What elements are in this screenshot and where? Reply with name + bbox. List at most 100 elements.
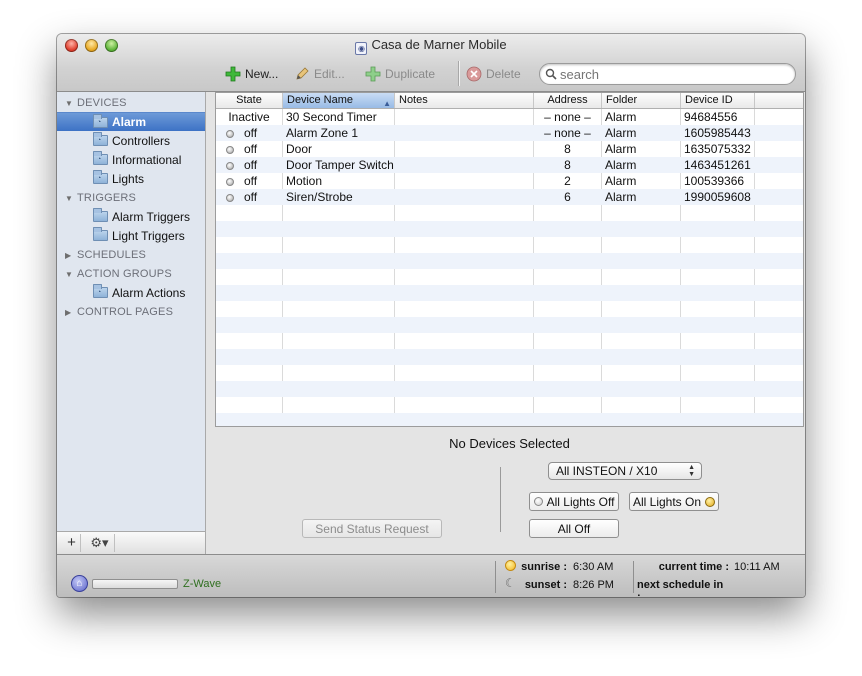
empty-row [216, 381, 803, 397]
disclosure-triangle-open-icon[interactable]: ▼ [65, 99, 75, 108]
empty-row [216, 413, 803, 426]
home-icon[interactable]: ⌂ [71, 575, 88, 592]
sidebar-button-bar: + ⚙▾ [57, 531, 206, 554]
empty-row [216, 237, 803, 253]
sidebar-group-action-groups[interactable]: ▼ ACTION GROUPS [65, 268, 172, 280]
address-cell: – none – [544, 126, 591, 140]
sunrise-value: 6:30 AM [573, 561, 614, 573]
sunrise-label: sunrise : [521, 561, 567, 573]
column-header-folder[interactable]: Folder [602, 93, 681, 108]
disclosure-triangle-closed-icon[interactable]: ▶ [65, 308, 75, 317]
table-row[interactable]: off Door Tamper Switch 8 Alarm 146345126… [216, 157, 803, 173]
sidebar-group-triggers[interactable]: ▼ TRIGGERS [65, 192, 136, 204]
state-indicator-icon [226, 162, 234, 170]
device-name-cell: 30 Second Timer [286, 110, 377, 124]
disclosure-triangle-open-icon[interactable]: ▼ [65, 270, 75, 279]
column-header-device-name[interactable]: Device Name ▲ [283, 93, 395, 108]
empty-row [216, 269, 803, 285]
sunset-label: sunset : [524, 579, 567, 591]
empty-row [216, 205, 803, 221]
folder-icon: ◔ [93, 151, 108, 165]
device-name-cell: Door [286, 142, 313, 156]
detail-separator [500, 467, 501, 532]
protocol-select[interactable]: All INSTEON / X10 ▲ ▼ [548, 462, 702, 480]
table-row[interactable]: off Alarm Zone 1 – none – Alarm 16059854… [216, 125, 803, 141]
empty-row [216, 301, 803, 317]
all-off-button[interactable]: All Off [529, 519, 619, 538]
sidebar-item-informational[interactable]: ◔ Informational [57, 150, 205, 169]
empty-row [216, 285, 803, 301]
new-button[interactable]: New... [225, 65, 278, 83]
folder-cell: Alarm [605, 110, 637, 124]
device-id-cell: 94684556 [684, 110, 738, 124]
table-row[interactable]: Inactive 30 Second Timer – none – Alarm … [216, 109, 803, 125]
toolbar-separator [458, 61, 459, 86]
empty-row [216, 317, 803, 333]
empty-row [216, 221, 803, 237]
sidebar-group-control-pages[interactable]: ▶ CONTROL PAGES [65, 306, 173, 318]
folder-icon [93, 227, 108, 241]
state-cell: off [216, 141, 282, 157]
detail-title: No Devices Selected [449, 436, 570, 451]
state-indicator-icon [226, 130, 234, 138]
state-cell: off [216, 125, 282, 141]
delete-icon [466, 66, 482, 82]
device-name-cell: Alarm Zone 1 [286, 126, 359, 140]
sidebar-group-schedules[interactable]: ▶ SCHEDULES [65, 249, 146, 261]
status-separator [633, 561, 634, 593]
sidebar-group-devices[interactable]: ▼ DEVICES [65, 97, 127, 109]
folder-cell: Alarm [605, 158, 637, 172]
sidebar-item-alarm-triggers[interactable]: Alarm Triggers [57, 207, 205, 226]
status-separator [495, 561, 496, 593]
gear-icon: ⚙▾ [90, 535, 109, 550]
add-item-button[interactable]: + [63, 534, 81, 552]
delete-button-label: Delete [486, 67, 521, 81]
folder-icon: ◔ [93, 170, 108, 184]
state-indicator-icon [226, 194, 234, 202]
duplicate-button-label: Duplicate [385, 67, 436, 81]
folder-icon [93, 208, 108, 222]
state-cell: off [216, 157, 282, 173]
state-cell: off [216, 189, 282, 205]
add-plus-icon [225, 66, 241, 82]
table-row[interactable]: off Door 8 Alarm 1635075332 [216, 141, 803, 157]
search-input[interactable] [539, 63, 796, 85]
sidebar-item-lights[interactable]: ◔ Lights [57, 169, 205, 188]
disclosure-triangle-open-icon[interactable]: ▼ [65, 194, 75, 203]
empty-row [216, 253, 803, 269]
duplicate-button[interactable]: Duplicate [365, 65, 435, 83]
send-status-request-button[interactable]: Send Status Request [302, 519, 442, 538]
address-cell: 8 [564, 142, 571, 156]
sun-icon [505, 560, 516, 571]
sidebar-item-alarm-actions[interactable]: ◔ Alarm Actions [57, 283, 205, 302]
all-lights-off-button[interactable]: All Lights Off [529, 492, 619, 511]
current-time-label: current time : [658, 561, 729, 573]
device-table: State Device Name ▲ Notes Address Folder … [215, 92, 804, 427]
edit-button[interactable]: Edit... [294, 65, 345, 83]
folder-icon: ◔ [93, 284, 108, 298]
disclosure-triangle-closed-icon[interactable]: ▶ [65, 251, 75, 260]
state-cell: Inactive [228, 110, 270, 124]
column-header-notes[interactable]: Notes [395, 93, 534, 108]
device-id-cell: 100539366 [684, 174, 745, 188]
device-id-cell: 1990059608 [684, 190, 751, 204]
state-indicator-icon [226, 178, 234, 186]
column-header-address[interactable]: Address [534, 93, 602, 108]
sidebar-item-light-triggers[interactable]: Light Triggers [57, 226, 205, 245]
sidebar-item-controllers[interactable]: ◔ Controllers [57, 131, 205, 150]
state-cell: off [216, 173, 282, 189]
title-bar: ◉ Casa de Marner Mobile New... Edit... Du… [57, 34, 805, 92]
all-lights-on-button[interactable]: All Lights On [629, 492, 719, 511]
column-header-state[interactable]: State [216, 93, 283, 108]
column-header-device-id[interactable]: Device ID [681, 93, 755, 108]
table-row[interactable]: off Motion 2 Alarm 100539366 [216, 173, 803, 189]
new-button-label: New... [245, 67, 279, 81]
moon-icon: ☾ [505, 576, 516, 590]
delete-button[interactable]: Delete [466, 65, 521, 83]
sidebar-item-alarm[interactable]: ◔ Alarm [57, 112, 205, 131]
table-row[interactable]: off Siren/Strobe 6 Alarm 1990059608 [216, 189, 803, 205]
device-name-cell: Door Tamper Switch [286, 158, 394, 172]
action-menu-button[interactable]: ⚙▾ [85, 534, 115, 552]
address-cell: 2 [564, 174, 571, 188]
empty-row [216, 333, 803, 349]
